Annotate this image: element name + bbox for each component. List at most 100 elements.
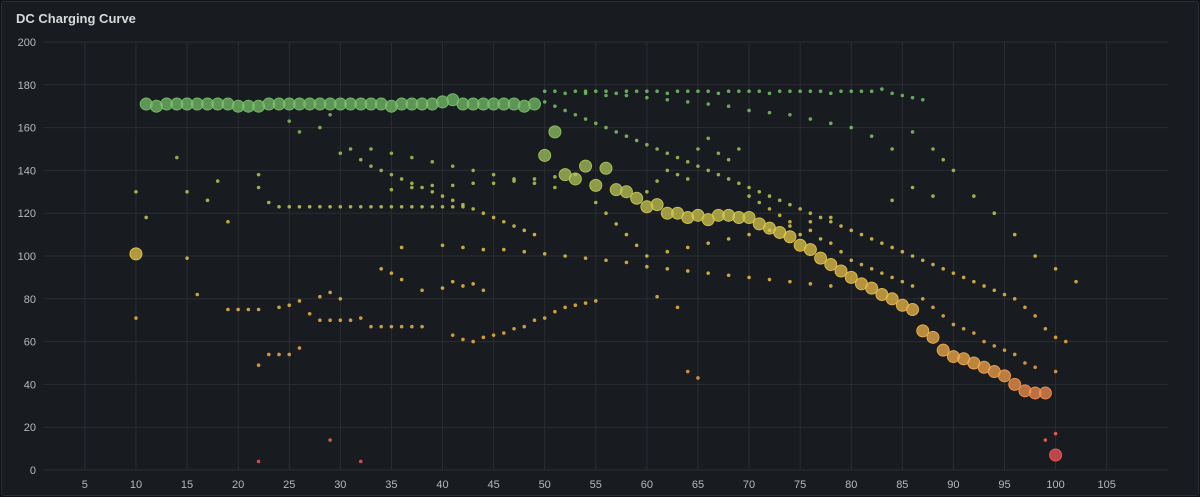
sample-point	[430, 160, 435, 164]
sample-point	[450, 204, 455, 209]
sample-point	[818, 237, 823, 241]
sample-point	[502, 219, 506, 224]
sample-point	[471, 339, 475, 344]
sample-point	[481, 247, 486, 252]
x-tick-label: 10	[130, 479, 142, 491]
curve-point	[599, 161, 613, 175]
sample-point	[563, 254, 567, 258]
sample-point	[706, 136, 710, 141]
sample-point	[604, 89, 608, 94]
sample-point	[1002, 292, 1007, 297]
sample-point	[645, 190, 649, 194]
x-tick-label: 90	[947, 479, 959, 491]
curve-point	[527, 97, 541, 111]
sample-point	[1012, 232, 1017, 237]
sample-point	[890, 198, 894, 203]
sample-point	[890, 91, 894, 96]
sample-point	[450, 183, 455, 188]
sample-point	[747, 194, 751, 198]
sample-point	[542, 89, 547, 94]
sample-point	[706, 102, 710, 106]
sample-point	[256, 172, 261, 177]
sample-point	[798, 207, 802, 211]
sample-point	[839, 224, 843, 228]
sample-point	[726, 237, 731, 241]
sample-point	[256, 459, 261, 464]
sample-point	[604, 211, 608, 215]
sample-point	[818, 215, 823, 220]
sample-point	[389, 151, 394, 156]
sample-point	[134, 316, 138, 320]
sample-point	[481, 211, 486, 215]
sample-point	[389, 324, 394, 329]
sample-point	[399, 204, 404, 209]
sample-point	[236, 307, 240, 312]
sample-point	[808, 282, 813, 286]
sample-point	[512, 224, 516, 228]
sample-point	[542, 316, 547, 320]
x-tick-label: 40	[436, 479, 448, 491]
sample-point	[1053, 335, 1058, 340]
sample-point	[747, 232, 751, 237]
curve-point	[579, 159, 593, 173]
sample-point	[328, 290, 332, 295]
curve-point	[803, 243, 817, 257]
sample-point	[706, 168, 710, 173]
sample-point	[931, 305, 935, 310]
x-tick-label: 75	[794, 479, 806, 491]
sample-point	[829, 241, 833, 245]
sample-point	[410, 204, 414, 209]
sample-point	[287, 352, 292, 357]
sample-point	[726, 157, 731, 162]
sample-point	[379, 267, 384, 271]
sample-point	[328, 204, 332, 209]
curve-point	[783, 230, 797, 244]
sample-point	[890, 245, 894, 250]
sample-point	[757, 190, 762, 194]
sample-point	[256, 307, 261, 312]
sample-point	[747, 185, 751, 190]
sample-point	[941, 314, 945, 318]
sample-point	[910, 284, 915, 288]
sample-point	[277, 305, 281, 310]
sample-point	[318, 318, 322, 323]
sample-point	[338, 318, 343, 323]
sample-point	[358, 157, 363, 162]
sample-point	[951, 168, 956, 173]
sample-point	[185, 256, 189, 260]
sample-point	[767, 207, 772, 211]
sample-point	[655, 89, 659, 94]
sample-point	[685, 160, 690, 164]
sample-point	[420, 185, 424, 190]
sample-point	[614, 91, 619, 96]
x-tick-label: 60	[641, 479, 653, 491]
x-tick-label: 20	[232, 479, 244, 491]
y-tick-label: 180	[18, 80, 36, 92]
sample-point	[900, 249, 905, 254]
sample-point	[829, 121, 833, 126]
y-tick-label: 100	[18, 251, 36, 263]
x-tick-label: 5	[82, 479, 88, 491]
sample-point	[788, 202, 792, 207]
sample-point	[593, 299, 598, 303]
sample-point	[307, 204, 312, 209]
scatter-chart: 0 20 40 60 80 100 120 140 160 180 200 5 10 15 20 25 30 3…	[18, 37, 1168, 491]
sample-point	[553, 104, 557, 108]
sample-point	[767, 110, 772, 115]
sample-point	[195, 292, 200, 297]
sample-point	[522, 324, 527, 329]
sample-point	[982, 339, 986, 344]
sample-point	[757, 200, 762, 205]
sample-point	[450, 164, 455, 168]
sample-point	[706, 241, 710, 245]
curve-point	[998, 369, 1012, 383]
curve-point	[568, 172, 582, 186]
sample-point	[532, 181, 537, 186]
sample-point	[502, 247, 506, 252]
sample-point	[277, 204, 281, 209]
sample-point	[583, 117, 588, 121]
sample-point	[573, 89, 578, 94]
sample-point	[491, 172, 496, 177]
sample-point	[369, 164, 373, 168]
sample-point	[839, 249, 843, 254]
